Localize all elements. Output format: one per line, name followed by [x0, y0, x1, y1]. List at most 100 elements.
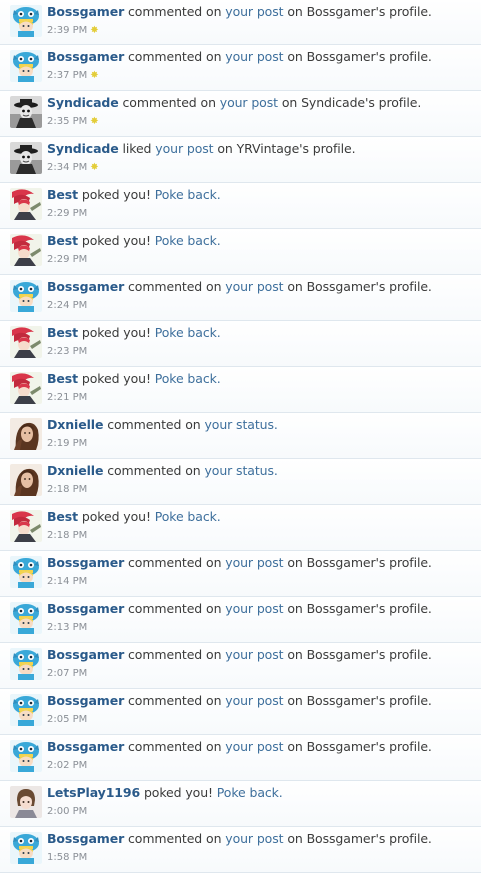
timestamp: 2:23 PM — [47, 346, 87, 357]
poke-back-link[interactable]: Poke back. — [217, 785, 283, 800]
username-link[interactable]: Bossgamer — [47, 4, 124, 19]
timestamp: 2:18 PM — [47, 484, 87, 495]
timestamp-text: 2:19 PM — [47, 438, 88, 449]
notification-item[interactable]: Dxnielle commented on your status. 2:18 P… — [0, 459, 481, 505]
timestamp: 2:18 PM — [47, 530, 87, 541]
notification-item[interactable]: Bossgamer commented on your post on Boss… — [0, 275, 481, 321]
notification-item[interactable]: Best poked you! Poke back. 2:23 PM — [0, 321, 481, 367]
username-link[interactable]: Dxnielle — [47, 417, 103, 432]
target-link[interactable]: your post — [225, 49, 283, 64]
syndicade-avatar[interactable] — [10, 96, 42, 128]
notification-text: Bossgamer commented on your post on Boss… — [47, 693, 432, 708]
best-avatar[interactable] — [10, 188, 42, 220]
notification-item[interactable]: Best poked you! Poke back. 2:29 PM — [0, 229, 481, 275]
notification-item[interactable]: Syndicade commented on your post on Synd… — [0, 91, 481, 137]
timestamp: 2:02 PM — [47, 760, 87, 771]
username-link[interactable]: Syndicade — [47, 95, 119, 110]
target-link[interactable]: your post — [225, 739, 283, 754]
notification-item[interactable]: Bossgamer commented on your post on Boss… — [0, 689, 481, 735]
action-text: poked you! — [143, 785, 213, 800]
target-link[interactable]: your post — [155, 141, 213, 156]
target-link[interactable]: your post — [225, 647, 283, 662]
dxnielle-avatar[interactable] — [10, 464, 42, 496]
bossgamer-avatar[interactable] — [10, 832, 42, 864]
sparkle-icon: ✸ — [90, 162, 99, 173]
notification-item[interactable]: Bossgamer commented on your post on Boss… — [0, 551, 481, 597]
target-link[interactable]: your status. — [204, 463, 277, 478]
username-link[interactable]: Best — [47, 325, 78, 340]
notification-item[interactable]: LetsPlay1196 poked you! Poke back. 2:00 P… — [0, 781, 481, 827]
username-link[interactable]: Best — [47, 233, 78, 248]
notification-item[interactable]: Best poked you! Poke back. 2:21 PM — [0, 367, 481, 413]
notification-text: Bossgamer commented on your post on Boss… — [47, 739, 432, 754]
poke-back-link[interactable]: Poke back. — [155, 509, 221, 524]
action-text: commented on — [128, 693, 222, 708]
context-text: on Bossgamer's profile. — [287, 555, 432, 570]
username-link[interactable]: Bossgamer — [47, 555, 124, 570]
username-link[interactable]: LetsPlay1196 — [47, 785, 140, 800]
target-link[interactable]: your post — [225, 693, 283, 708]
username-link[interactable]: Bossgamer — [47, 647, 124, 662]
username-link[interactable]: Best — [47, 187, 78, 202]
notification-item[interactable]: Syndicade liked your post on YRVintage's… — [0, 137, 481, 183]
action-text: poked you! — [81, 509, 151, 524]
action-text: commented on — [107, 463, 201, 478]
target-link[interactable]: your post — [225, 4, 283, 19]
letsplay-avatar[interactable] — [10, 786, 42, 818]
timestamp: 2:05 PM — [47, 714, 87, 725]
target-link[interactable]: your post — [220, 95, 278, 110]
notification-item[interactable]: Bossgamer commented on your post on Boss… — [0, 0, 481, 45]
best-avatar[interactable] — [10, 372, 42, 404]
username-link[interactable]: Bossgamer — [47, 601, 124, 616]
username-link[interactable]: Best — [47, 509, 78, 524]
poke-back-link[interactable]: Poke back. — [155, 233, 221, 248]
notification-item[interactable]: Dxnielle commented on your status. 2:19 P… — [0, 413, 481, 459]
timestamp-text: 2:37 PM — [47, 70, 88, 81]
username-link[interactable]: Bossgamer — [47, 49, 124, 64]
timestamp-text: 2:00 PM — [47, 806, 88, 817]
username-link[interactable]: Best — [47, 371, 78, 386]
notification-item[interactable]: Bossgamer commented on your post on Boss… — [0, 597, 481, 643]
username-link[interactable]: Bossgamer — [47, 279, 124, 294]
bossgamer-avatar[interactable] — [10, 556, 42, 588]
best-avatar[interactable] — [10, 326, 42, 358]
username-link[interactable]: Dxnielle — [47, 463, 103, 478]
notification-item[interactable]: Best poked you! Poke back. 2:18 PM — [0, 505, 481, 551]
notification-item[interactable]: Best poked you! Poke back. 2:29 PM — [0, 183, 481, 229]
notification-item[interactable]: Bossgamer commented on your post on Boss… — [0, 827, 481, 873]
target-link[interactable]: your post — [225, 555, 283, 570]
timestamp: 2:07 PM — [47, 668, 87, 679]
bossgamer-avatar[interactable] — [10, 50, 42, 82]
poke-back-link[interactable]: Poke back. — [155, 325, 221, 340]
username-link[interactable]: Bossgamer — [47, 739, 124, 754]
target-link[interactable]: your post — [225, 601, 283, 616]
notification-item[interactable]: Bossgamer commented on your post on Boss… — [0, 45, 481, 91]
dxnielle-avatar[interactable] — [10, 418, 42, 450]
target-link[interactable]: your post — [225, 831, 283, 846]
bossgamer-avatar[interactable] — [10, 280, 42, 312]
notification-item[interactable]: Bossgamer commented on your post on Boss… — [0, 643, 481, 689]
bossgamer-avatar[interactable] — [10, 648, 42, 680]
context-text: on Bossgamer's profile. — [287, 601, 432, 616]
best-avatar[interactable] — [10, 234, 42, 266]
bossgamer-avatar[interactable] — [10, 694, 42, 726]
username-link[interactable]: Bossgamer — [47, 831, 124, 846]
poke-back-link[interactable]: Poke back. — [155, 371, 221, 386]
notification-text: Dxnielle commented on your status. — [47, 417, 278, 432]
bossgamer-avatar[interactable] — [10, 740, 42, 772]
target-link[interactable]: your post — [225, 279, 283, 294]
bossgamer-avatar[interactable] — [10, 5, 42, 37]
action-text: poked you! — [81, 371, 151, 386]
poke-back-link[interactable]: Poke back. — [155, 187, 221, 202]
target-link[interactable]: your status. — [204, 417, 277, 432]
syndicade-avatar[interactable] — [10, 142, 42, 174]
bossgamer-avatar[interactable] — [10, 602, 42, 634]
timestamp-text: 2:07 PM — [47, 668, 88, 679]
best-avatar[interactable] — [10, 510, 42, 542]
notification-list: Bossgamer commented on your post on Boss… — [0, 0, 481, 873]
username-link[interactable]: Bossgamer — [47, 693, 124, 708]
notification-item[interactable]: Bossgamer commented on your post on Boss… — [0, 735, 481, 781]
timestamp: 2:39 PM ✸ — [47, 25, 99, 36]
username-link[interactable]: Syndicade — [47, 141, 119, 156]
action-text: commented on — [122, 95, 216, 110]
